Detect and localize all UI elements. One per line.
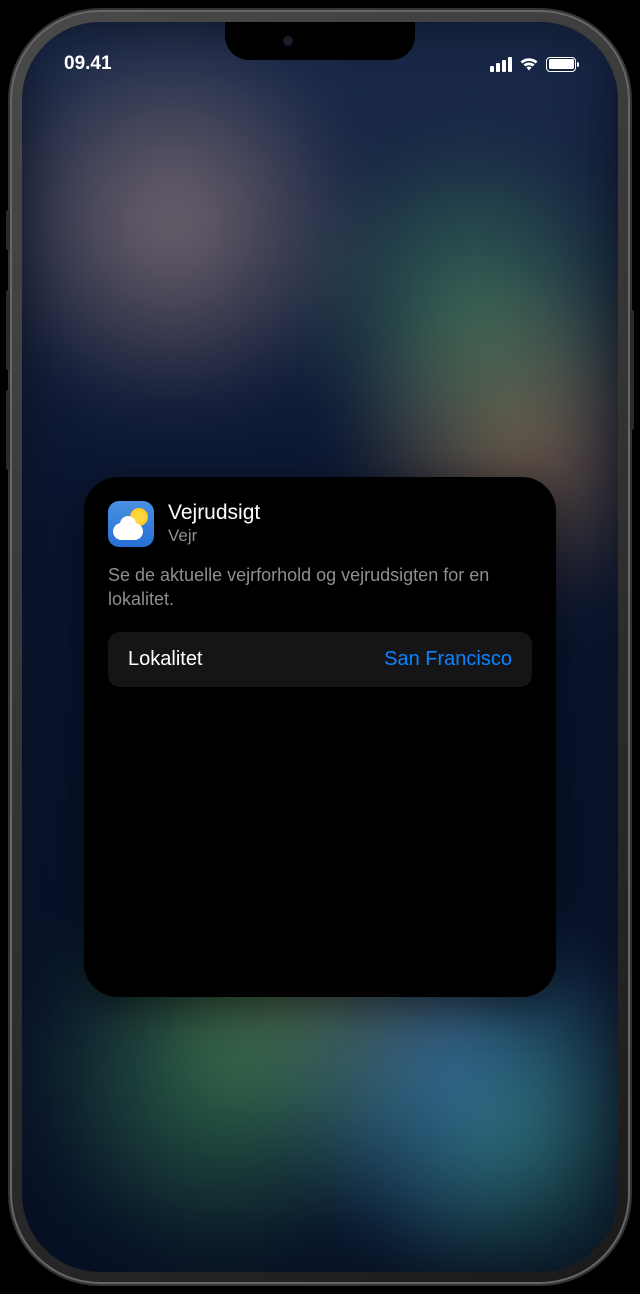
widget-app-name: Vejr — [168, 526, 260, 546]
setting-label: Lokalitet — [128, 648, 203, 671]
weather-app-icon — [108, 501, 154, 547]
widget-description: Se de aktuelle vejrforhold og vejrudsigt… — [108, 563, 532, 612]
status-time: 09.41 — [64, 53, 112, 75]
widget-settings-card: Vejrudsigt Vejr Se de aktuelle vejrforho… — [84, 477, 556, 997]
widget-title: Vejrudsigt — [168, 501, 260, 525]
wifi-icon — [519, 57, 539, 72]
widget-titles: Vejrudsigt Vejr — [168, 501, 260, 546]
phone-frame: 09.41 — [10, 10, 630, 1284]
location-setting-row[interactable]: Lokalitet San Francisco — [108, 632, 532, 687]
volume-up-button — [6, 290, 10, 370]
volume-down-button — [6, 390, 10, 470]
notch — [225, 22, 415, 60]
cellular-signal-icon — [490, 57, 512, 72]
mute-switch — [6, 210, 10, 250]
setting-value: San Francisco — [384, 648, 512, 671]
widget-header: Vejrudsigt Vejr — [108, 501, 532, 547]
phone-screen: 09.41 — [22, 22, 618, 1272]
battery-icon — [546, 57, 576, 72]
status-icons — [490, 57, 576, 72]
power-button — [630, 310, 634, 430]
